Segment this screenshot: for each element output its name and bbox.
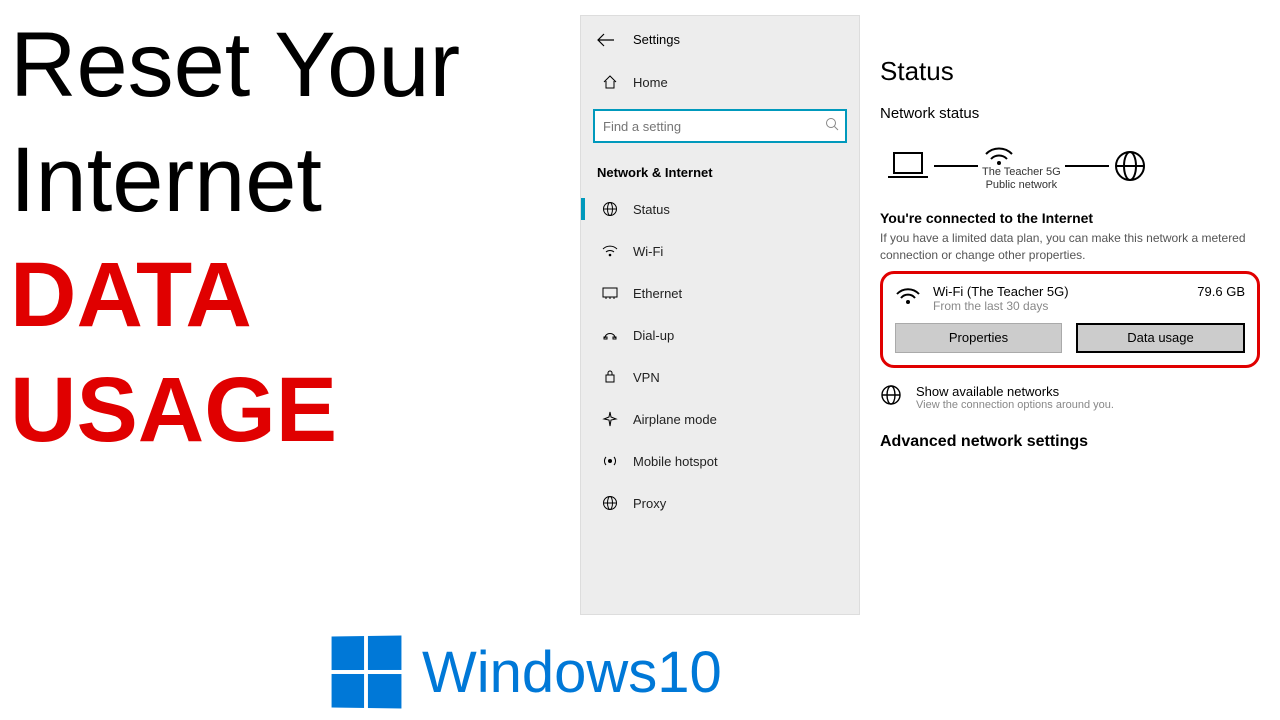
title-line-2: Internet [10,123,570,238]
data-usage-button[interactable]: Data usage [1076,323,1245,353]
settings-sidebar: Settings Home Network & Internet Status W… [580,15,860,615]
wifi-icon [895,284,921,306]
title-line-4: USAGE [10,353,570,468]
sidebar-item-label: Wi-Fi [633,244,663,259]
sidebar-item-mobile-hotspot[interactable]: Mobile hotspot [581,440,859,482]
connected-heading: You're connected to the Internet [880,210,1260,226]
search-icon [825,117,839,131]
settings-label: Settings [633,32,680,47]
home-icon [601,73,619,91]
sidebar-item-label: Dial-up [633,328,674,343]
proxy-icon [601,494,619,512]
sidebar-item-label: Airplane mode [633,412,717,427]
sidebar-item-wi-fi[interactable]: Wi-Fi [581,230,859,272]
show-networks-desc: View the connection options around you. [916,399,1114,411]
sidebar-item-home[interactable]: Home [581,61,859,103]
sidebar-item-label: Mobile hotspot [633,454,718,469]
connected-description: If you have a limited data plan, you can… [880,230,1260,262]
search-input[interactable] [593,109,847,143]
network-diagram: The Teacher 5G Public network [880,136,1260,194]
sidebar-item-airplane-mode[interactable]: Airplane mode [581,398,859,440]
section-heading: Network & Internet [581,155,859,188]
sidebar-item-label: Status [633,202,670,217]
globe-icon [1113,149,1147,183]
data-amount: 79.6 GB [1197,284,1245,299]
sidebar-item-label: VPN [633,370,660,385]
sidebar-item-label: Proxy [633,496,666,511]
dialup-icon [601,326,619,344]
show-networks-link[interactable]: Show available networks View the connect… [880,384,1260,411]
network-name: The Teacher 5G [982,166,1061,179]
sidebar-item-proxy[interactable]: Proxy [581,482,859,524]
sidebar-item-label: Ethernet [633,286,682,301]
properties-button[interactable]: Properties [895,323,1062,353]
vpn-icon [601,368,619,386]
sidebar-item-status[interactable]: Status [581,188,859,230]
laptop-icon [886,149,930,183]
main-panel: Status Network status The Teacher 5G Pub… [880,56,1260,451]
windows-icon [332,635,402,708]
network-type: Public network [982,179,1061,192]
sidebar-item-ethernet[interactable]: Ethernet [581,272,859,314]
hotspot-icon [601,452,619,470]
connection-name: Wi-Fi (The Teacher 5G) [933,284,1185,299]
network-status-heading: Network status [880,105,1260,122]
wifi-icon [601,242,619,260]
sidebar-item-dial-up[interactable]: Dial-up [581,314,859,356]
page-title: Status [880,56,1260,87]
connection-period: From the last 30 days [933,299,1185,313]
airplane-icon [601,410,619,428]
ethernet-icon [601,284,619,302]
advanced-heading: Advanced network settings [880,433,1260,451]
usage-card: Wi-Fi (The Teacher 5G) From the last 30 … [880,271,1260,368]
back-icon[interactable] [597,33,615,47]
sidebar-item-label: Home [633,75,668,90]
globe-icon [880,384,902,411]
wifi-icon [982,140,1061,166]
thumbnail-title: Reset Your Internet DATA USAGE [10,8,570,468]
sidebar-item-vpn[interactable]: VPN [581,356,859,398]
windows-label: Windows10 [422,639,722,706]
title-line-3: DATA [10,238,570,353]
windows-logo: Windows10 [330,636,722,708]
title-line-1: Reset Your [10,8,570,123]
show-networks-title: Show available networks [916,384,1114,399]
status-icon [601,200,619,218]
search-container [593,109,847,143]
